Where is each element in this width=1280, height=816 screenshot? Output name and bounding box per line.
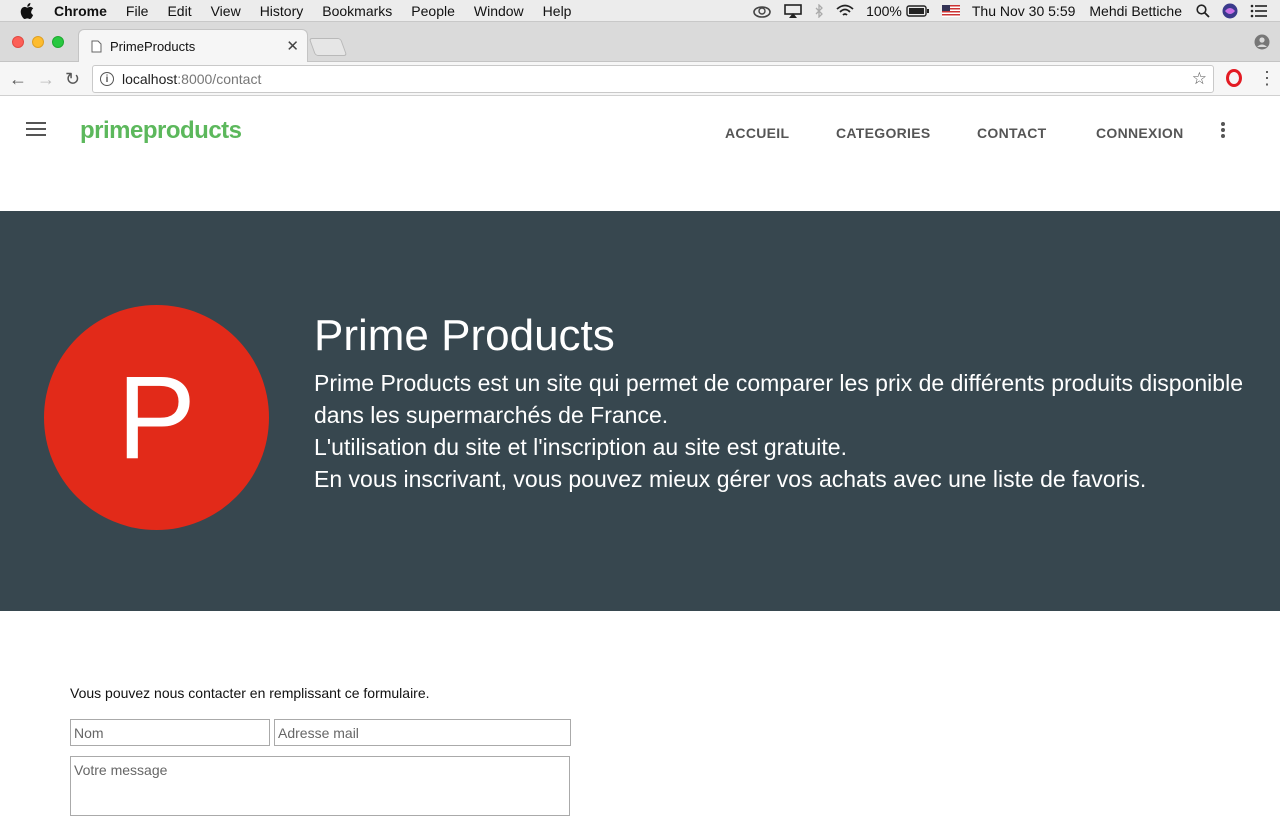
name-input[interactable]: Nom [70,719,270,746]
more-options-icon[interactable] [1221,122,1225,140]
site-brand-logo[interactable]: primeproducts [80,117,242,145]
bookmark-star-icon[interactable]: ☆ [1192,69,1207,89]
site-info-icon[interactable]: i [100,72,114,86]
hero-line: dans les supermarchés de France. [314,402,669,428]
reload-icon[interactable]: ↻ [65,68,80,90]
message-textarea[interactable]: Votre message [70,756,570,816]
airplay-icon[interactable] [784,4,802,18]
tab-close-icon[interactable]: ✕ [286,37,299,55]
menu-file[interactable]: File [126,3,149,19]
url-host: localhost [122,71,178,87]
hamburger-menu-icon[interactable] [26,122,46,140]
wifi-icon[interactable] [836,4,854,18]
window-minimize-button[interactable] [32,36,44,48]
hero-line: Prime Products est un site qui permet de… [314,370,1243,396]
menu-people[interactable]: People [411,3,455,19]
us-flag-icon[interactable] [941,5,960,17]
new-tab-button[interactable] [308,38,348,56]
bluetooth-icon[interactable] [814,4,824,18]
hero-banner: P Prime Products Prime Products est un s… [0,211,1280,611]
browser-tab-strip: PrimeProducts ✕ [0,22,1280,62]
contact-intro-text: Vous pouvez nous contacter en remplissan… [70,685,430,701]
window-close-button[interactable] [12,36,24,48]
address-bar[interactable]: i localhost:8000/contact ☆ [92,65,1214,93]
hero-line: L'utilisation du site et l'inscription a… [314,434,847,460]
brand-avatar: P [44,305,269,530]
creative-cloud-icon[interactable] [752,4,772,18]
notification-center-icon[interactable] [1250,4,1268,18]
menu-help[interactable]: Help [543,3,572,19]
email-input[interactable]: Adresse mail [274,719,571,746]
nav-link-connexion[interactable]: CONNEXION [1096,125,1184,141]
nav-link-contact[interactable]: CONTACT [977,125,1047,141]
profile-icon[interactable] [1254,34,1270,55]
browser-toolbar: ← → ↻ i localhost:8000/contact ☆ [0,62,1280,96]
menu-app-name[interactable]: Chrome [54,3,107,19]
window-maximize-button[interactable] [52,36,64,48]
battery-percent: 100% [866,3,902,19]
site-header: primeproducts ACCUEIL CATEGORIES CONTACT… [0,97,1280,211]
back-arrow-icon[interactable]: ← [9,68,27,90]
apple-icon[interactable] [20,2,38,19]
battery-icon[interactable] [906,5,930,17]
nav-link-accueil[interactable]: ACCUEIL [725,125,789,141]
document-icon [91,40,102,53]
menu-user-name[interactable]: Mehdi Bettiche [1089,3,1182,19]
menu-clock[interactable]: Thu Nov 30 5:59 [972,3,1076,19]
browser-tab[interactable]: PrimeProducts ✕ [78,29,308,62]
hero-description: Prime Products est un site qui permet de… [314,367,1274,495]
menu-edit[interactable]: Edit [167,3,191,19]
menu-history[interactable]: History [260,3,304,19]
menu-window[interactable]: Window [474,3,524,19]
hero-title: Prime Products [314,311,615,360]
hero-line: En vous inscrivant, vous pouvez mieux gé… [314,466,1147,492]
tab-title: PrimeProducts [110,38,196,54]
siri-icon[interactable] [1222,3,1238,19]
chrome-menu-icon[interactable]: ⋮ [1258,68,1276,89]
status-area: 100% Thu Nov 30 5:59 Mehdi Bettiche [752,0,1280,22]
nav-link-categories[interactable]: CATEGORIES [836,125,931,141]
macos-menu-bar: Chrome File Edit View History Bookmarks … [0,0,1280,22]
menu-bookmarks[interactable]: Bookmarks [322,3,392,19]
opera-extension-icon[interactable] [1226,69,1242,87]
url-path: :8000/contact [177,71,262,87]
spotlight-search-icon[interactable] [1196,4,1210,18]
forward-arrow-icon[interactable]: → [37,68,55,90]
menu-view[interactable]: View [211,3,241,19]
